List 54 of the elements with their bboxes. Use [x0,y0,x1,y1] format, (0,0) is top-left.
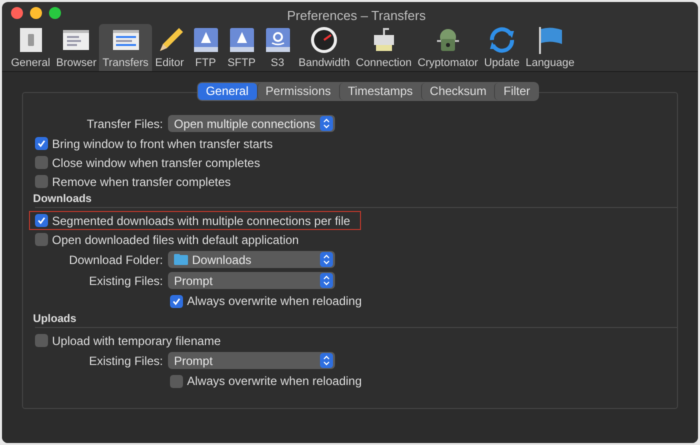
tab[interactable]: Timestamps [338,83,421,100]
gauge-icon [309,25,340,55]
tab[interactable]: General [198,83,257,100]
close-button[interactable] [11,7,23,19]
checkbox[interactable] [35,334,48,347]
zoom-button[interactable] [49,7,61,19]
checkbox-label: Close window when transfer completes [52,154,260,172]
toolbar-button[interactable]: Browser [53,24,100,71]
minimize-button[interactable] [30,7,42,19]
dropdown[interactable]: Prompt [168,352,335,369]
checkbox-label: Remove when transfer completes [52,174,231,190]
field-label: Download Folder: [68,252,164,268]
toolbar-button[interactable]: Editor [152,24,188,71]
toolbar-button[interactable]: SFTP [224,24,260,71]
checkbox-label: Upload with temporary filename [52,332,221,350]
tab[interactable]: Permissions [256,83,339,100]
tab[interactable]: Checksum [420,83,494,100]
checkbox-label: Open downloaded files with default application [52,232,299,248]
toolbar-button[interactable]: Cryptomator [414,24,482,71]
toolbar-button[interactable]: Bandwidth [296,24,353,71]
checkbox[interactable] [170,374,183,388]
dropdown[interactable]: Downloads [168,251,335,268]
checkbox[interactable] [170,294,183,308]
checkbox-label: Always overwrite when reloading [187,293,362,310]
checkbox[interactable] [35,137,48,150]
stepper-icon [320,353,333,368]
checkbox-label: Segmented downloads with multiple connections per file [52,212,350,230]
checkmark-icon [37,216,46,225]
window-title: Preferences – Transfers [287,7,426,25]
checkbox[interactable] [35,175,48,188]
checkbox-label: Bring window to front when transfer starts [52,136,273,152]
stepper-icon [320,273,333,288]
toolbar-button[interactable]: Transfers [99,24,152,71]
toolbar-button[interactable]: General [8,24,54,71]
section-heading: Uploads [33,312,78,327]
section-heading: Downloads [33,192,93,207]
toolbar-button[interactable]: Connection [352,24,415,71]
toolbar-button[interactable]: Language [522,24,578,71]
dropdown[interactable]: Open multiple connections [168,115,335,132]
stepper-icon [320,116,333,131]
dropdown[interactable]: Prompt [168,272,335,289]
checkbox[interactable] [35,214,48,227]
field-label: Transfer Files: [86,116,164,132]
checkbox-label: Always overwrite when reloading [187,373,362,390]
checkmark-icon [37,139,46,148]
checkmark-icon [172,296,181,306]
stepper-icon [320,252,333,267]
checkbox[interactable] [35,233,48,246]
field-label: Existing Files: [88,272,164,290]
toolbar-button[interactable]: FTP [188,24,224,71]
checkbox[interactable] [35,156,48,169]
toolbar-button[interactable]: Update [481,24,523,71]
field-label: Existing Files: [88,352,164,370]
toolbar-button[interactable]: S3 [260,24,296,71]
